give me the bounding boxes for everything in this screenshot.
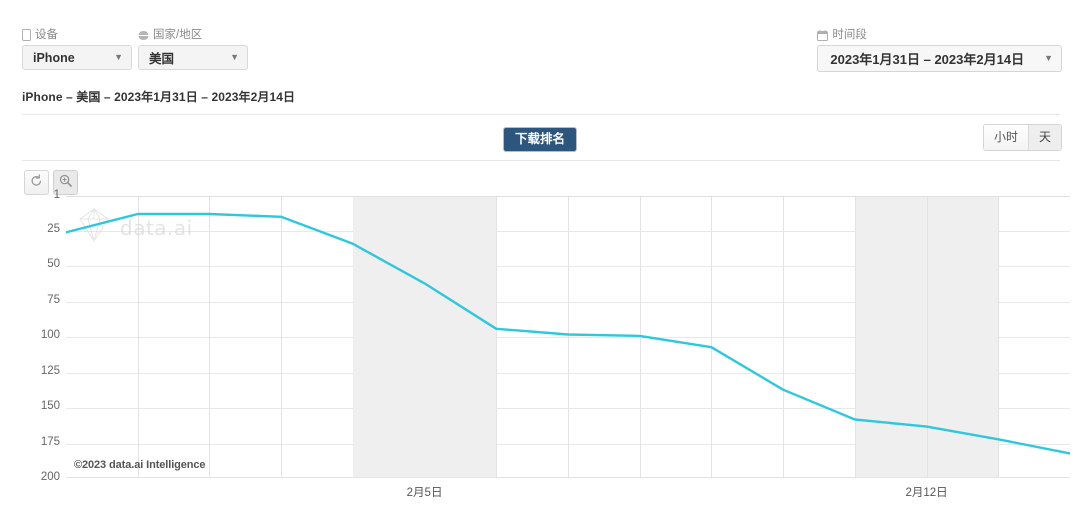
metric-tab-download-rank[interactable]: 下载排名 bbox=[502, 127, 578, 152]
device-filter-label-text: 设备 bbox=[35, 29, 58, 41]
daterange-filter-label: 时间段 bbox=[817, 28, 1062, 42]
magnifier-icon bbox=[59, 174, 72, 192]
selection-summary: iPhone – 美国 – 2023年1月31日 – 2023年2月14日 bbox=[22, 90, 296, 104]
chevron-down-icon: ▼ bbox=[114, 52, 123, 62]
chevron-down-icon: ▼ bbox=[230, 52, 239, 62]
chart-plot-area[interactable]: data.ai ©2023 data.ai Intelligence bbox=[66, 196, 1070, 478]
y-axis-tick-label: 75 bbox=[47, 293, 60, 306]
y-axis-tick-label: 200 bbox=[40, 471, 60, 483]
filter-bar: 设备 iPhone ▼ 国家/地区 美国 ▼ 时间段 2023年1月31日 – … bbox=[0, 0, 1080, 112]
granularity-toggle: 小时 天 bbox=[982, 124, 1062, 151]
y-axis-tick-label: 50 bbox=[47, 258, 60, 271]
daterange-filter: 时间段 2023年1月31日 – 2023年2月14日 ▼ bbox=[817, 28, 1062, 72]
country-select-value: 美国 bbox=[149, 52, 175, 66]
copyright-text: ©2023 data.ai Intelligence bbox=[74, 459, 206, 471]
metric-row: 下载排名 小时 天 bbox=[0, 118, 1080, 160]
globe-icon bbox=[138, 29, 149, 41]
daterange-select[interactable]: 2023年1月31日 – 2023年2月14日 ▼ bbox=[817, 45, 1062, 72]
x-axis-labels: 2月5日 2月12日 bbox=[66, 484, 1070, 510]
x-axis-tick-label: 2月5日 bbox=[406, 487, 443, 499]
country-select[interactable]: 美国 ▼ bbox=[138, 45, 248, 70]
device-select-value: iPhone bbox=[33, 50, 75, 65]
daterange-filter-label-text: 时间段 bbox=[832, 29, 867, 41]
divider-bottom bbox=[22, 160, 1060, 161]
rank-line bbox=[66, 212, 1070, 455]
granularity-hour-button[interactable]: 小时 bbox=[983, 125, 1028, 150]
device-filter-label: 设备 bbox=[22, 28, 132, 42]
country-filter: 国家/地区 美国 ▼ bbox=[138, 28, 248, 70]
rank-chart: 1 25 50 75 100 125 150 175 200 data.ai ©… bbox=[0, 189, 1080, 499]
granularity-day-button[interactable]: 天 bbox=[1027, 125, 1061, 150]
y-axis-tick-label: 175 bbox=[40, 435, 60, 448]
y-axis-tick-label: 25 bbox=[47, 223, 60, 235]
y-axis-tick-label: 125 bbox=[40, 364, 60, 377]
rank-line-series bbox=[66, 212, 1070, 455]
country-filter-label: 国家/地区 bbox=[138, 28, 248, 42]
y-axis-labels: 1 25 50 75 100 125 150 175 200 bbox=[14, 189, 60, 483]
app-root: 设备 iPhone ▼ 国家/地区 美国 ▼ 时间段 2023年1月31日 – … bbox=[0, 0, 1080, 515]
device-select[interactable]: iPhone ▼ bbox=[22, 45, 132, 70]
calendar-icon bbox=[817, 29, 829, 41]
divider-top bbox=[22, 114, 1060, 115]
x-axis-tick-label: 2月12日 bbox=[905, 487, 948, 499]
y-axis-tick-label: 100 bbox=[40, 329, 60, 342]
country-filter-label-text: 国家/地区 bbox=[153, 29, 203, 41]
y-axis-tick-label: 150 bbox=[40, 400, 60, 413]
device-icon bbox=[22, 29, 31, 41]
daterange-select-value: 2023年1月31日 – 2023年2月14日 bbox=[830, 52, 1025, 67]
chevron-down-icon: ▼ bbox=[1044, 53, 1053, 63]
y-axis-tick-label: 1 bbox=[53, 189, 60, 201]
device-filter: 设备 iPhone ▼ bbox=[22, 28, 132, 70]
